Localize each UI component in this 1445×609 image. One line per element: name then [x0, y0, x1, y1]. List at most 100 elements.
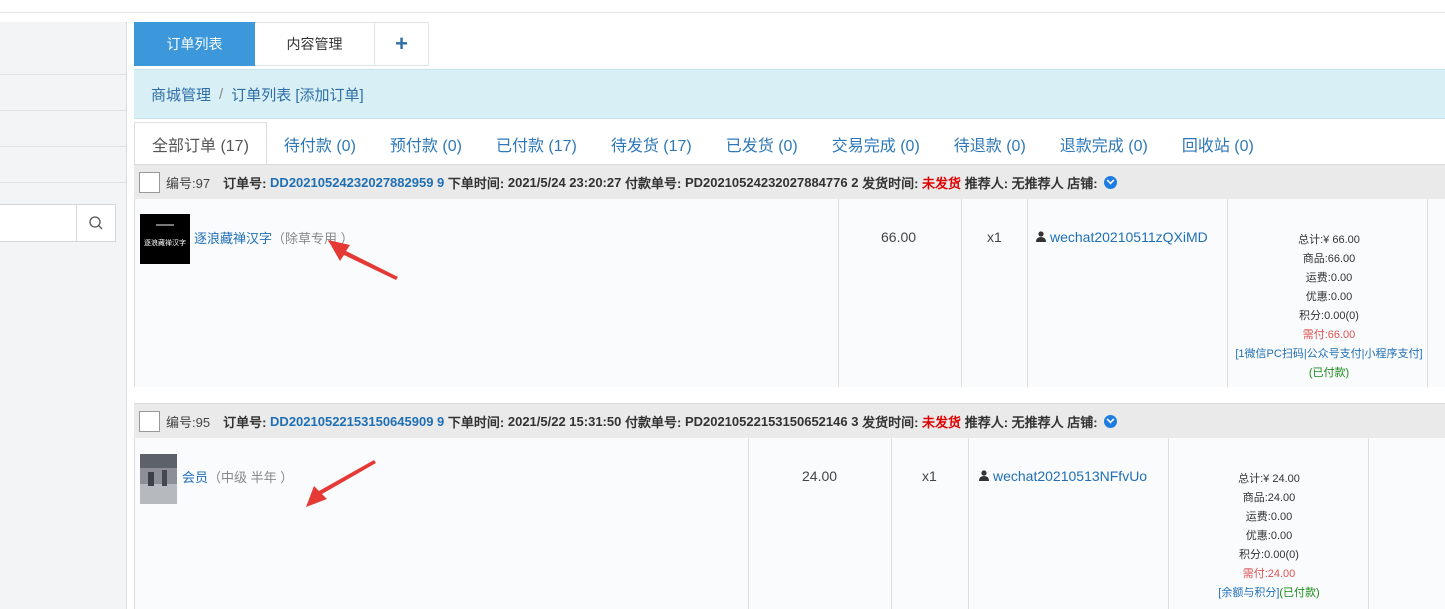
- total-amount: 总计:¥ 66.00: [1298, 234, 1360, 246]
- order-id: 编号:97: [166, 175, 211, 191]
- discount-amount: 优惠:0.00: [1245, 530, 1293, 542]
- chevron-down-icon[interactable]: [1103, 175, 1117, 189]
- page-tabs: 订单列表 内容管理 +: [134, 22, 429, 68]
- pay-status: (已付款): [1279, 587, 1320, 599]
- tab-label: 订单列表: [166, 36, 223, 52]
- status-tab-to-ship[interactable]: 待发货 (17): [594, 124, 709, 164]
- product-name[interactable]: 会员（中级 半年 ）: [182, 467, 293, 486]
- shipping-fee: 运费:0.00: [1245, 511, 1293, 523]
- order-no-label: 订单号:: [223, 175, 267, 191]
- order-checkbox[interactable]: [139, 171, 160, 193]
- status-tab-refunded[interactable]: 退款完成 (0): [1043, 124, 1165, 164]
- top-bar: [0, 0, 1445, 13]
- quantity: x1: [922, 468, 937, 484]
- shipping-fee: 运费:0.00: [1305, 272, 1353, 284]
- plus-icon: +: [395, 31, 408, 56]
- tab-content-manage[interactable]: 内容管理: [255, 22, 375, 66]
- breadcrumb-root-link[interactable]: 商城管理: [151, 84, 211, 105]
- breadcrumb: 商城管理 / 订单列表 [添加订单]: [134, 69, 1445, 119]
- pay-no: PD20210524232027884776 2: [684, 174, 859, 190]
- qty-cell: x1: [962, 199, 1028, 387]
- search-icon: [89, 216, 103, 230]
- chevron-down-icon[interactable]: [1103, 414, 1117, 428]
- sidebar-divider: [0, 110, 126, 111]
- sidebar-divider: [0, 146, 126, 147]
- price-cell: 66.00: [839, 199, 962, 387]
- ship-status-badge: 未发货: [922, 175, 962, 191]
- user-icon: [1036, 231, 1046, 242]
- order-row: 逐浪藏禅汉字 逐浪藏禅汉字（除草专用 ） 66.00 x1 wechat2021…: [134, 199, 1445, 387]
- status-tab-shipped[interactable]: 已发货 (0): [709, 124, 815, 164]
- order-id: 编号:95: [166, 414, 211, 430]
- status-tab-paid[interactable]: 已付款 (17): [479, 124, 594, 164]
- totals-cell: 总计:¥ 24.00 商品:24.00 运费:0.00 优惠:0.00 积分:0…: [1169, 438, 1369, 609]
- pay-status: (已付款): [1308, 367, 1350, 379]
- product-thumbnail-image: [140, 454, 177, 504]
- sidebar-search-input[interactable]: [0, 204, 116, 242]
- user-icon: [979, 470, 989, 481]
- breadcrumb-current-link[interactable]: 订单列表 [添加订单]: [231, 84, 364, 105]
- referrer-value: 无推荐人: [1011, 175, 1064, 191]
- buyer-link[interactable]: wechat20210511zQXiMD: [1036, 229, 1208, 245]
- qty-cell: x1: [892, 438, 969, 609]
- referrer-value: 无推荐人: [1011, 414, 1064, 430]
- pay-no-label: 付款单号:: [624, 414, 682, 430]
- product-cell: 会员（中级 半年 ）: [135, 438, 749, 609]
- goods-amount: 商品:66.00: [1302, 253, 1356, 265]
- discount-amount: 优惠:0.00: [1305, 291, 1353, 303]
- need-pay-amount: 需付:24.00: [1242, 568, 1296, 580]
- order-checkbox[interactable]: [139, 410, 160, 432]
- order-no-label: 订单号:: [223, 414, 267, 430]
- product-thumbnail[interactable]: 逐浪藏禅汉字: [140, 214, 190, 264]
- goods-amount: 商品:24.00: [1242, 492, 1296, 504]
- totals-cell: 总计:¥ 66.00 商品:66.00 运费:0.00 优惠:0.00 积分:0…: [1228, 199, 1428, 387]
- order-status-tabs: 全部订单 (17) 待付款 (0) 预付款 (0) 已付款 (17) 待发货 (…: [134, 122, 1445, 165]
- store-label: 店铺:: [1067, 175, 1098, 191]
- status-tab-refund-pending[interactable]: 待退款 (0): [937, 124, 1043, 164]
- referrer-label: 推荐人:: [964, 175, 1009, 191]
- store-label: 店铺:: [1067, 414, 1098, 430]
- order-no-link[interactable]: DD20210522153150645909 9: [270, 414, 444, 429]
- ship-time-label: 发货时间:: [862, 175, 919, 191]
- order-time: 2021/5/24 23:20:27: [507, 174, 622, 190]
- quantity: x1: [987, 229, 1002, 245]
- buyer-name[interactable]: wechat20210511zQXiMD: [1050, 229, 1208, 245]
- product-thumbnail-image: 逐浪藏禅汉字: [140, 214, 190, 264]
- order-time-label: 下单时间:: [447, 175, 505, 191]
- total-amount: 总计:¥ 24.00: [1238, 473, 1300, 485]
- status-tab-unpaid[interactable]: 待付款 (0): [267, 124, 373, 164]
- pay-method[interactable]: [余额与积分]: [1218, 587, 1279, 599]
- buyer-cell: wechat20210511zQXiMD: [1028, 199, 1228, 387]
- order-no-link[interactable]: DD20210524232027882959 9: [270, 175, 444, 190]
- pay-no: PD20210522153150652146 3: [684, 413, 859, 429]
- buyer-name[interactable]: wechat20210513NFfvUo: [993, 468, 1147, 484]
- search-button[interactable]: [76, 205, 115, 241]
- sidebar: [0, 22, 127, 609]
- product-cell: 逐浪藏禅汉字 逐浪藏禅汉字（除草专用 ）: [135, 199, 839, 387]
- unit-price: 24.00: [802, 468, 838, 484]
- tab-order-list[interactable]: 订单列表: [134, 22, 255, 66]
- add-tab-button[interactable]: +: [375, 22, 429, 66]
- tab-label: 内容管理: [286, 36, 343, 52]
- status-tab-all[interactable]: 全部订单 (17): [134, 122, 267, 165]
- pay-no-label: 付款单号:: [624, 175, 682, 191]
- order-time: 2021/5/22 15:31:50: [507, 413, 622, 429]
- points-amount: 积分:0.00(0): [1239, 549, 1299, 561]
- status-tab-recycle-bin[interactable]: 回收站 (0): [1165, 124, 1271, 164]
- status-tab-completed[interactable]: 交易完成 (0): [815, 124, 937, 164]
- breadcrumb-separator: /: [219, 85, 224, 103]
- buyer-cell: wechat20210513NFfvUo: [969, 438, 1169, 609]
- svg-text:逐浪藏禅汉字: 逐浪藏禅汉字: [144, 238, 186, 247]
- status-tab-prepaid[interactable]: 预付款 (0): [373, 124, 479, 164]
- order-totals: 总计:¥ 24.00 商品:24.00 运费:0.00 优惠:0.00 积分:0…: [1171, 470, 1367, 603]
- buyer-link[interactable]: wechat20210513NFfvUo: [979, 468, 1147, 484]
- sidebar-divider: [0, 74, 126, 75]
- order-header: 编号:95 订单号: DD20210522153150645909 9 下单时间…: [134, 403, 1445, 439]
- pay-method[interactable]: [1微信PC扫码|公众号支付|小程序支付]: [1235, 348, 1422, 360]
- product-spec: （中级 半年 ）: [208, 470, 294, 485]
- order-totals: 总计:¥ 66.00 商品:66.00 运费:0.00 优惠:0.00 积分:0…: [1232, 231, 1426, 383]
- main-panel: 订单列表 内容管理 + 商城管理 / 订单列表 [添加订单] 全部订单 (17)…: [134, 22, 1445, 609]
- product-title-link[interactable]: 会员: [182, 470, 208, 485]
- order-header: 编号:97 订单号: DD20210524232027882959 9 下单时间…: [134, 164, 1445, 200]
- product-title-link[interactable]: 逐浪藏禅汉字: [194, 231, 272, 246]
